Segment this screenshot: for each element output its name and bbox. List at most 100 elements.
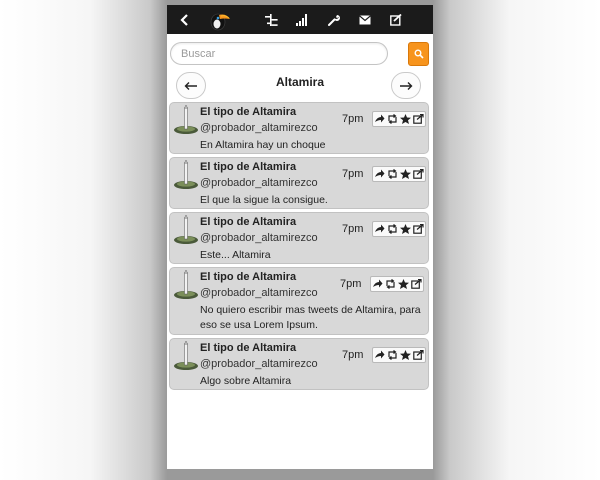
settings-button[interactable] <box>321 5 347 34</box>
share-button[interactable] <box>413 349 425 361</box>
tweet-author: El tipo de Altamira <box>200 161 297 173</box>
tweet-handle: @probador_altamirezco <box>200 358 318 370</box>
compose-button[interactable] <box>383 5 409 34</box>
avatar <box>174 105 198 134</box>
reply-icon <box>375 224 385 233</box>
page-nav: Altamira <box>167 72 433 104</box>
compose-icon <box>390 13 402 26</box>
messages-button[interactable] <box>352 5 378 34</box>
retweet-icon <box>388 350 397 360</box>
share-button[interactable] <box>413 168 425 180</box>
share-button[interactable] <box>413 113 425 125</box>
favorite-button[interactable] <box>400 223 412 235</box>
tweet-text: No quiero escribir mas tweets de Altamir… <box>200 304 421 331</box>
share-icon <box>413 224 424 234</box>
avatar <box>174 160 198 189</box>
avatar <box>174 341 198 370</box>
tweet-actions <box>372 111 426 127</box>
tweet-text: Algo sobre Altamira <box>200 375 292 387</box>
search-button[interactable] <box>408 42 429 66</box>
search-input[interactable] <box>170 42 388 65</box>
tweet-actions <box>372 221 426 237</box>
tweet-handle: @probador_altamirezco <box>200 287 318 299</box>
tweet-time: 7pm <box>340 278 362 290</box>
reply-button[interactable] <box>374 168 386 180</box>
reply-button[interactable] <box>374 349 386 361</box>
app-window: Altamira El tipo de Altamira @probador_a… <box>167 5 433 469</box>
toucan-logo <box>207 5 233 34</box>
share-button[interactable] <box>413 223 425 235</box>
top-bar <box>167 5 433 34</box>
avatar <box>174 215 198 244</box>
star-icon <box>400 169 411 179</box>
timeline-icon <box>264 13 278 26</box>
tweet-actions <box>372 347 426 363</box>
star-icon <box>400 350 411 360</box>
tweet-actions <box>370 276 424 292</box>
tweet-item[interactable]: El tipo de Altamira @probador_altamirezc… <box>169 212 429 264</box>
signal-button[interactable] <box>289 5 315 34</box>
favorite-button[interactable] <box>400 168 412 180</box>
page-title: Altamira <box>275 75 325 89</box>
tweet-handle: @probador_altamirezco <box>200 122 318 134</box>
tweet-handle: @probador_altamirezco <box>200 177 318 189</box>
favorite-button[interactable] <box>398 278 410 290</box>
tweet-author: El tipo de Altamira <box>200 216 297 228</box>
retweet-icon <box>388 114 397 124</box>
signal-bars-icon <box>296 13 307 26</box>
share-icon <box>411 279 422 289</box>
retweet-button[interactable] <box>385 278 397 290</box>
search-bar <box>167 40 433 68</box>
arrow-left-icon <box>184 81 197 90</box>
reply-button[interactable] <box>374 113 386 125</box>
tweet-author: El tipo de Altamira <box>200 342 297 354</box>
retweet-icon <box>388 169 397 179</box>
star-icon <box>398 279 409 289</box>
reply-icon <box>375 114 385 123</box>
tweet-author: El tipo de Altamira <box>200 106 297 118</box>
prev-button[interactable] <box>176 72 206 99</box>
share-icon <box>413 114 424 124</box>
share-icon <box>413 350 424 360</box>
chevron-left-icon <box>180 13 188 26</box>
share-button[interactable] <box>411 278 423 290</box>
tweet-time: 7pm <box>342 113 364 125</box>
tweet-actions <box>372 166 426 182</box>
timeline-button[interactable] <box>258 5 284 34</box>
reply-icon <box>373 279 383 288</box>
next-button[interactable] <box>391 72 421 99</box>
favorite-button[interactable] <box>400 113 412 125</box>
tweet-item[interactable]: El tipo de Altamira @probador_altamirezc… <box>169 157 429 209</box>
reply-button[interactable] <box>372 278 384 290</box>
tweet-author: El tipo de Altamira <box>200 271 297 283</box>
tweet-handle: @probador_altamirezco <box>200 232 318 244</box>
retweet-button[interactable] <box>387 349 399 361</box>
favorite-button[interactable] <box>400 349 412 361</box>
retweet-button[interactable] <box>387 168 399 180</box>
avatar <box>174 270 198 299</box>
reply-icon <box>375 350 385 359</box>
tweet-time: 7pm <box>342 168 364 180</box>
tweet-text: Este... Altamira <box>200 249 271 261</box>
search-icon <box>414 49 424 59</box>
reply-button[interactable] <box>374 223 386 235</box>
wrench-icon <box>328 14 340 26</box>
tweet-item[interactable]: El tipo de Altamira @probador_altamirezc… <box>169 267 429 335</box>
back-button[interactable] <box>172 5 198 34</box>
share-icon <box>413 169 424 179</box>
envelope-icon <box>359 14 371 24</box>
retweet-button[interactable] <box>387 113 399 125</box>
star-icon <box>400 114 411 124</box>
reply-icon <box>375 169 385 178</box>
retweet-button[interactable] <box>387 223 399 235</box>
tweet-time: 7pm <box>342 223 364 235</box>
retweet-icon <box>386 279 395 289</box>
star-icon <box>400 224 411 234</box>
tweet-item[interactable]: El tipo de Altamira @probador_altamirezc… <box>169 102 429 154</box>
toucan-logo-icon <box>210 13 230 30</box>
arrow-right-icon <box>400 81 413 90</box>
tweet-item[interactable]: El tipo de Altamira @probador_altamirezc… <box>169 338 429 390</box>
retweet-icon <box>388 224 397 234</box>
tweet-text: El que la sigue la consigue. <box>200 194 328 206</box>
tweet-text: En Altamira hay un choque <box>200 139 326 151</box>
